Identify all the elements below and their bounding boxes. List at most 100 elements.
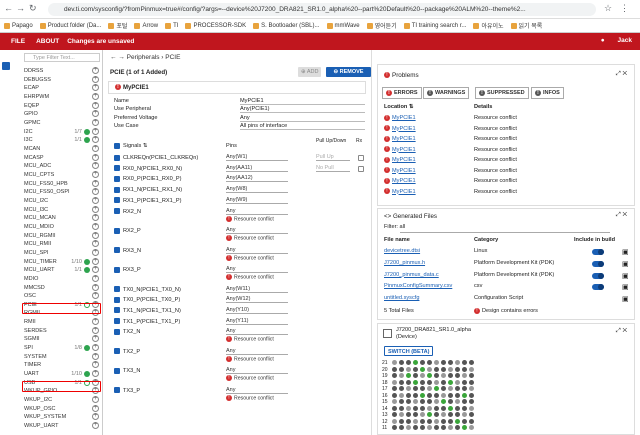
tree-item[interactable]: WKUP_I2C + [24, 396, 100, 404]
pin-dot[interactable] [434, 392, 439, 398]
pin-dot[interactable] [392, 425, 397, 430]
pin-dot[interactable] [469, 379, 474, 385]
add-icon[interactable]: + [92, 240, 99, 248]
pin-dot[interactable] [448, 386, 453, 391]
signal-row[interactable]: RX3_N [114, 247, 141, 255]
pin-dot[interactable] [420, 405, 425, 411]
tree-item[interactable]: I2C 1/7 + [24, 127, 100, 136]
pin-dot[interactable] [462, 418, 467, 424]
signal-checkbox[interactable] [114, 328, 120, 335]
reload-icon[interactable]: ↻ [29, 3, 37, 14]
forward-icon[interactable]: → [16, 3, 25, 13]
prop-value[interactable]: All pins of interface [240, 122, 365, 131]
pin-dot[interactable] [427, 379, 432, 385]
pin-dot[interactable] [434, 360, 439, 365]
tree-item[interactable]: GPIO + [24, 110, 100, 118]
signal-checkbox[interactable] [114, 307, 120, 314]
signal-checkbox[interactable] [114, 197, 120, 204]
pin-select[interactable]: Any [226, 367, 288, 375]
tree-item[interactable]: EHRPWM + [24, 92, 100, 101]
select-all-checkbox[interactable] [114, 142, 120, 149]
add-icon[interactable]: + [92, 101, 99, 109]
pin-dot[interactable] [441, 425, 446, 430]
signal-row[interactable]: RX0_P(PCIE1_RX0_P) [114, 175, 181, 183]
pin-dot[interactable] [469, 392, 474, 398]
bookmark-item[interactable]: S. Bootloader (SBL)... [253, 22, 320, 29]
rx-checkbox[interactable] [358, 165, 364, 172]
tree-item[interactable]: MCU_UART 1/1 + [24, 266, 100, 274]
pin-dot[interactable] [455, 366, 460, 372]
pin-dot[interactable] [406, 366, 411, 372]
pin-dot[interactable] [399, 360, 404, 365]
pin-dot[interactable] [413, 405, 418, 411]
pin-select[interactable]: Any [226, 387, 288, 394]
pin-dot[interactable] [413, 386, 418, 391]
add-icon[interactable]: + [92, 404, 99, 412]
pin-dot[interactable] [448, 399, 453, 404]
problem-link[interactable]: MyPCIE1 [392, 126, 416, 132]
pin-dot[interactable] [462, 425, 467, 430]
pin-dot[interactable] [469, 412, 474, 417]
problem-link[interactable]: MyPCIE1 [392, 189, 416, 195]
pin-dot[interactable] [462, 386, 467, 391]
tree-item[interactable]: MCU_ADC + [24, 162, 100, 170]
add-icon[interactable]: + [92, 352, 99, 360]
pin-select[interactable]: Any [226, 348, 288, 355]
pin-dot[interactable] [406, 405, 411, 411]
pin-dot[interactable] [441, 392, 446, 398]
pin-dot[interactable] [441, 399, 446, 404]
include-toggle[interactable] [592, 260, 604, 267]
add-icon[interactable]: + [92, 326, 99, 334]
problem-location[interactable]: ! MyPCIE1 [384, 156, 416, 165]
rx-checkbox[interactable] [358, 155, 364, 161]
pin-select[interactable]: Any [226, 227, 288, 234]
signal-row[interactable]: RX3_P [114, 266, 141, 274]
signal-checkbox[interactable] [114, 367, 120, 374]
pin-dot[interactable] [462, 405, 467, 411]
pin-dot[interactable] [392, 392, 397, 398]
pin-dot[interactable] [427, 412, 432, 417]
pin-dot[interactable] [441, 412, 446, 417]
add-icon[interactable]: + [92, 188, 99, 196]
pin-dot[interactable] [420, 418, 425, 424]
include-toggle[interactable] [592, 284, 604, 291]
tree-item[interactable]: MCU_MDIO + [24, 222, 100, 231]
tree-item[interactable]: GPMC + [24, 118, 100, 127]
pin-dot[interactable] [427, 425, 432, 430]
pin-dot[interactable] [406, 379, 411, 385]
pin-dot[interactable] [420, 373, 425, 378]
add-icon[interactable]: + [92, 361, 99, 369]
pin-select[interactable]: Any [226, 208, 288, 215]
problem-link[interactable]: MyPCIE1 [392, 157, 416, 163]
save-icon[interactable]: ▣ [622, 283, 629, 291]
pin-dot[interactable] [392, 412, 397, 417]
add-button[interactable]: ⊕ ADD [298, 67, 322, 77]
pin-dot[interactable] [469, 366, 474, 372]
remove-all-button[interactable]: ⊖ REMOVE ALL [326, 67, 371, 85]
pin-select[interactable]: Any(W1) [226, 154, 288, 161]
add-icon[interactable]: + [92, 84, 99, 92]
include-toggle[interactable] [592, 249, 604, 255]
add-icon[interactable]: + [92, 292, 99, 300]
add-icon[interactable]: + [92, 136, 99, 144]
pin-dot[interactable] [413, 399, 418, 404]
tree-item[interactable]: MCASP + [24, 153, 100, 162]
pin-dot[interactable] [399, 412, 404, 417]
problem-link[interactable]: MyPCIE1 [392, 115, 416, 121]
pin-select[interactable]: Any [226, 328, 288, 336]
pin-select[interactable]: Any [226, 266, 288, 273]
problem-location[interactable]: ! MyPCIE1 [384, 125, 416, 134]
signal-checkbox[interactable] [114, 208, 120, 215]
pin-grid[interactable]: 21 20 19 18 17 16 15 14 13 12 11 [382, 360, 482, 434]
save-icon[interactable]: ▣ [622, 272, 629, 280]
tree-item[interactable]: MDIO + [24, 274, 100, 283]
bookmark-item[interactable]: Papago [4, 22, 33, 29]
tree-item[interactable]: MCU_SPI + [24, 248, 100, 257]
pin-select[interactable]: Any(AA12) [226, 175, 288, 183]
tree-item[interactable]: MCU_RMII + [24, 240, 100, 248]
signal-checkbox[interactable] [114, 387, 120, 394]
pin-dot[interactable] [392, 360, 397, 365]
pin-dot[interactable] [427, 373, 432, 378]
pin-dot[interactable] [469, 418, 474, 424]
problems-tab[interactable]: ! ERRORS [382, 87, 422, 99]
